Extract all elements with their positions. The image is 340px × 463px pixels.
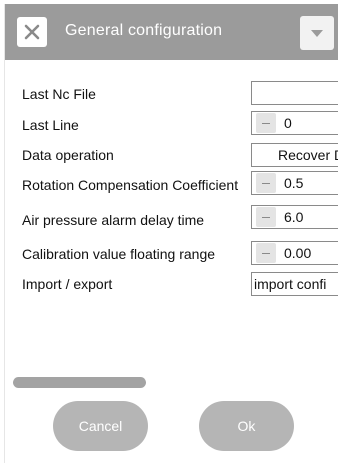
dialog-title: General configuration xyxy=(65,22,223,39)
label-last-line: Last Line xyxy=(22,117,79,133)
air-pressure-delay-stepper[interactable]: 6.0 xyxy=(251,205,338,229)
dialog-titlebar: General configuration xyxy=(5,4,338,60)
label-last-nc-file: Last Nc File xyxy=(22,86,96,102)
label-data-operation: Data operation xyxy=(22,147,114,163)
label-air-pressure-delay: Air pressure alarm delay time xyxy=(22,212,205,228)
calibration-range-stepper[interactable]: 0.00 xyxy=(251,241,338,265)
decrement-button[interactable] xyxy=(256,173,276,193)
minus-icon xyxy=(262,122,270,124)
close-x-icon xyxy=(24,24,40,40)
label-calibration-range: Calibration value floating range xyxy=(22,246,216,262)
menu-dropdown-button[interactable] xyxy=(300,16,334,50)
cancel-button[interactable]: Cancel xyxy=(53,401,148,451)
rotation-compensation-stepper[interactable]: 0.5 xyxy=(251,171,338,195)
decrement-button[interactable] xyxy=(256,243,276,263)
data-operation-value: Recover D xyxy=(278,147,338,163)
air-pressure-delay-value: 6.0 xyxy=(284,209,304,225)
decrement-button[interactable] xyxy=(256,207,276,227)
minus-icon xyxy=(262,252,270,254)
label-rotation-compensation: Rotation Compensation Coefficient xyxy=(22,177,239,193)
minus-icon xyxy=(262,182,270,184)
last-line-value: 0 xyxy=(284,115,292,131)
last-nc-file-input[interactable] xyxy=(251,81,338,105)
close-button[interactable] xyxy=(17,17,47,47)
data-operation-select[interactable]: Recover D xyxy=(251,143,338,167)
rotation-compensation-value: 0.5 xyxy=(284,175,304,191)
calibration-range-value: 0.00 xyxy=(284,245,312,261)
last-line-stepper[interactable]: 0 xyxy=(251,111,338,135)
minus-icon xyxy=(262,216,270,218)
decrement-button[interactable] xyxy=(256,113,276,133)
horizontal-scrollbar[interactable] xyxy=(13,377,146,388)
label-import-export: Import / export xyxy=(22,276,113,292)
import-export-select[interactable]: import confi xyxy=(251,272,338,296)
ok-button[interactable]: Ok xyxy=(199,401,294,451)
import-export-value: import confi xyxy=(254,276,327,292)
caret-down-icon xyxy=(311,29,323,37)
general-configuration-dialog: General configuration Last Nc File Last … xyxy=(4,4,338,463)
